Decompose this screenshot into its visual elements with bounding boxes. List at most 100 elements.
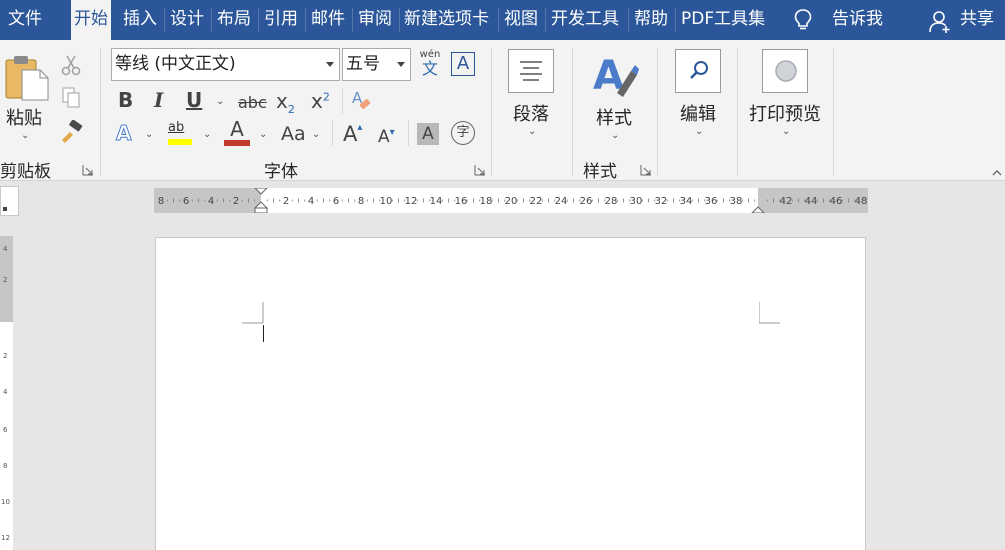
font-color-dropdown-arrow[interactable]: ⌄ bbox=[259, 129, 267, 140]
clipboard-launcher-icon[interactable] bbox=[82, 164, 94, 176]
enclose-characters-button[interactable]: 字 bbox=[451, 121, 475, 145]
group-separator bbox=[100, 48, 101, 176]
grow-font-button[interactable]: A▴ bbox=[343, 122, 362, 146]
paragraph-label[interactable]: 段落 bbox=[513, 100, 549, 126]
group-separator bbox=[572, 48, 573, 176]
left-indent-marker[interactable] bbox=[254, 207, 268, 213]
vruler-tick-label: 4 bbox=[3, 245, 8, 253]
font-color-button[interactable]: A bbox=[224, 119, 250, 146]
vertical-ruler[interactable]: 4 2 2 4 6 8 10 12 bbox=[0, 236, 13, 550]
paragraph-dropdown-arrow[interactable]: ⌄ bbox=[528, 126, 536, 137]
subscript-button[interactable]: x2 bbox=[276, 89, 295, 116]
tab-separator bbox=[675, 8, 676, 32]
tab-new-tab[interactable]: 新建选项卡 bbox=[404, 0, 489, 40]
share-button[interactable]: 共享 bbox=[960, 0, 994, 40]
ruler-left-tick-label: 4 bbox=[208, 196, 214, 207]
top-left-margin-mark bbox=[242, 302, 264, 324]
font-launcher-icon[interactable] bbox=[474, 164, 486, 176]
italic-button[interactable]: I bbox=[154, 90, 163, 110]
text-effects-dropdown-arrow[interactable]: ⌄ bbox=[145, 129, 153, 140]
ruler-toggle-tab[interactable] bbox=[0, 186, 19, 216]
ribbon-tab-bar: 文件 开始 插入 设计 布局 引用 邮件 审阅 新建选项卡 视图 开发工具 帮助… bbox=[0, 0, 1005, 40]
change-case-button[interactable]: Aa bbox=[281, 123, 306, 145]
grow-font-arrow-icon: ▴ bbox=[357, 122, 363, 133]
paragraph-button-frame[interactable] bbox=[508, 49, 554, 93]
styles-icon[interactable]: A bbox=[591, 49, 639, 101]
tab-view[interactable]: 视图 bbox=[504, 0, 538, 40]
ruler-left-tick-label: 6 bbox=[183, 196, 189, 207]
ruler-tick-label: 32 bbox=[655, 196, 668, 207]
vruler-tick-label: 10 bbox=[1, 498, 10, 506]
underline-dropdown-arrow[interactable]: ⌄ bbox=[216, 96, 224, 107]
character-border-button[interactable]: A bbox=[451, 52, 475, 76]
phonetic-char: 文 bbox=[421, 59, 438, 78]
print-preview-label[interactable]: 打印预览 bbox=[749, 100, 821, 126]
ruler-tick-label: 20 bbox=[505, 196, 518, 207]
highlight-dropdown-arrow[interactable]: ⌄ bbox=[203, 129, 211, 140]
tab-insert[interactable]: 插入 bbox=[123, 0, 157, 40]
format-painter-icon[interactable] bbox=[58, 120, 84, 144]
ruler-tick-label: 30 bbox=[630, 196, 643, 207]
share-user-icon[interactable] bbox=[929, 10, 951, 34]
ruler-tick-label: 26 bbox=[580, 196, 593, 207]
clear-formatting-icon[interactable]: A bbox=[350, 88, 374, 114]
paste-dropdown-arrow[interactable]: ⌄ bbox=[21, 130, 29, 141]
editing-label[interactable]: 编辑 bbox=[680, 100, 716, 126]
font-name-combobox[interactable]: 等线 (中文正文) bbox=[111, 48, 340, 81]
collapse-ribbon-icon[interactable] bbox=[992, 168, 1002, 176]
ruler-right-tick-label: 42 bbox=[780, 196, 793, 207]
horizontal-ruler[interactable]: 8 6 4 2 2 4 6 8 10 12 14 16 18 20 22 24 26 28 30 32 34 36 38 42… bbox=[154, 188, 868, 213]
tab-mailings[interactable]: 邮件 bbox=[311, 0, 345, 40]
tab-pdf-tools[interactable]: PDF工具集 bbox=[681, 0, 765, 40]
phonetic-guide-button[interactable]: wén 文 bbox=[418, 50, 442, 82]
vruler-tick-label: 8 bbox=[3, 462, 7, 470]
text-effects-button[interactable]: A bbox=[115, 123, 132, 144]
document-page[interactable] bbox=[155, 237, 866, 550]
group-separator bbox=[737, 48, 738, 176]
ruler-tick-label: 2 bbox=[283, 196, 289, 207]
bold-button[interactable]: B bbox=[118, 90, 133, 110]
paste-label[interactable]: 粘贴 bbox=[6, 104, 42, 130]
lightbulb-icon[interactable] bbox=[792, 8, 814, 32]
tab-references[interactable]: 引用 bbox=[264, 0, 298, 40]
print-preview-button-frame[interactable] bbox=[762, 49, 808, 93]
superscript-base: x bbox=[311, 89, 323, 113]
superscript-button[interactable]: x2 bbox=[311, 89, 330, 113]
editing-dropdown-arrow[interactable]: ⌄ bbox=[695, 126, 703, 137]
cut-icon[interactable] bbox=[60, 54, 82, 76]
ruler-tick-label: 22 bbox=[530, 196, 543, 207]
strikethrough-button[interactable]: abc bbox=[238, 93, 267, 112]
shrink-font-button[interactable]: A▾ bbox=[378, 127, 395, 147]
tab-design[interactable]: 设计 bbox=[170, 0, 204, 40]
font-size-combobox[interactable]: 五号 bbox=[342, 48, 411, 81]
styles-label[interactable]: 样式 bbox=[596, 104, 632, 130]
tab-layout[interactable]: 布局 bbox=[217, 0, 251, 40]
top-right-margin-mark bbox=[759, 302, 780, 324]
change-case-dropdown-arrow[interactable]: ⌄ bbox=[312, 129, 320, 140]
styles-launcher-icon[interactable] bbox=[640, 164, 652, 176]
tab-review[interactable]: 审阅 bbox=[358, 0, 392, 40]
character-shading-button[interactable]: A bbox=[417, 123, 439, 145]
print-preview-dropdown-arrow[interactable]: ⌄ bbox=[782, 126, 790, 137]
editing-button-frame[interactable] bbox=[675, 49, 721, 93]
styles-dropdown-arrow[interactable]: ⌄ bbox=[611, 130, 619, 141]
tab-help[interactable]: 帮助 bbox=[634, 0, 668, 40]
tab-home[interactable]: 开始 bbox=[71, 0, 111, 40]
ruler-tick-label: 6 bbox=[333, 196, 339, 207]
ruler-left-tick-label: 2 bbox=[233, 196, 239, 207]
copy-icon[interactable] bbox=[60, 86, 82, 108]
highlight-button[interactable]: ab bbox=[168, 120, 194, 146]
vruler-tick-label: 4 bbox=[3, 388, 8, 396]
tab-stop-marker bbox=[3, 207, 7, 211]
tab-file[interactable]: 文件 bbox=[8, 0, 42, 40]
underline-button[interactable]: U bbox=[186, 90, 202, 110]
mini-separator bbox=[332, 120, 333, 146]
paste-icon[interactable] bbox=[4, 54, 50, 102]
font-name-dropdown-arrow[interactable] bbox=[326, 62, 334, 67]
ruler-tick-label: 38 bbox=[730, 196, 743, 207]
ruler-tick-label: 16 bbox=[455, 196, 468, 207]
tell-me-search[interactable]: 告诉我 bbox=[832, 0, 883, 40]
font-size-dropdown-arrow[interactable] bbox=[397, 62, 405, 67]
tab-developer[interactable]: 开发工具 bbox=[551, 0, 619, 40]
ruler-tick-label: 24 bbox=[555, 196, 568, 207]
